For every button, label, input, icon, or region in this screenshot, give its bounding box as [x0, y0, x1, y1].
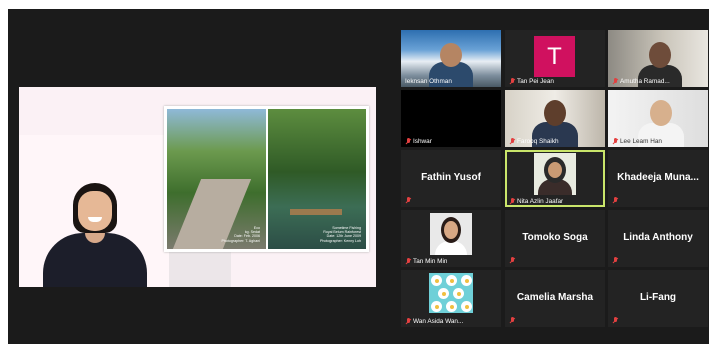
participant-name: Camelia Marsha [516, 292, 594, 303]
mic-muted-icon [509, 138, 515, 145]
participant-name-label: Wan Asida Wan... [405, 318, 463, 325]
participant-video [534, 153, 576, 195]
flower-icon [446, 275, 457, 286]
participant-name: Lee Leam Han [620, 138, 662, 145]
participant-name: Ishwar [413, 138, 432, 145]
participant-name-label: Farooq Shaikh [509, 138, 559, 145]
slide-photo-river-raft: Sometime Fishing Royal Belum Rainforest … [268, 109, 366, 249]
mic-muted-icon [405, 258, 411, 265]
participant-name-label: Tan Pei Jean [509, 78, 554, 85]
participant-name-label: Ishwar [405, 138, 432, 145]
participant-tile-camelia-marsha[interactable]: Camelia Marsha [505, 270, 605, 327]
participant-video [430, 213, 472, 255]
participant-tile-linda-anthony[interactable]: Linda Anthony [608, 210, 708, 267]
flower-icon [431, 301, 442, 312]
participant-name: Fathin Yusof [421, 172, 481, 183]
mic-muted-icon [405, 318, 411, 325]
slide-photo-forest-road: Eco kg. Sedat Date: Feb. 2006 Photograph… [167, 109, 266, 249]
participant-name: Tan Pei Jean [517, 78, 554, 85]
flower-icon [461, 301, 472, 312]
participant-head [440, 43, 462, 67]
mic-muted-icon [612, 197, 618, 204]
participant-name: Nita Azlin Jaafar [517, 198, 564, 205]
participant-tile-khadeeja-muna[interactable]: Khadeeja Muna... [608, 150, 708, 207]
participant-name: Ieknsan Othman [405, 78, 452, 85]
participant-tile-lee-leam-han[interactable]: Lee Leam Han [608, 90, 708, 147]
caption-line: Photographer: T. Aghani [221, 238, 261, 243]
participant-name: Li-Fang [639, 292, 677, 303]
participant-name-label: Amutha Ramad... [612, 78, 670, 85]
mic-muted-icon [405, 138, 411, 145]
mic-muted-icon [405, 197, 411, 204]
participant-name-label: Nita Azlin Jaafar [509, 198, 563, 205]
slide-caption-right: Sometime Fishing Royal Belum Rainforest … [305, 226, 361, 243]
participant-tile-wan-asida[interactable]: Wan Asida Wan... [401, 270, 501, 327]
participant-tile-farooq-shaikh[interactable]: Farooq Shaikh [505, 90, 605, 147]
meeting-stage: Eco kg. Sedat Date: Feb. 2006 Photograph… [8, 9, 709, 344]
flower-icon [461, 275, 472, 286]
participant-tile-ieknsan-othman[interactable]: Ieknsan Othman [401, 30, 501, 87]
participant-head [650, 100, 672, 126]
participant-name-label: Ieknsan Othman [405, 78, 452, 85]
participant-tile-fathin-yusof[interactable]: Fathin Yusof [401, 150, 501, 207]
participant-tile-ishwar[interactable]: Ishwar [401, 90, 501, 147]
participant-tile-tan-min-min[interactable]: Tan Min Min [401, 210, 501, 267]
participant-name: Farooq Shaikh [517, 138, 559, 145]
flower-icon [431, 275, 442, 286]
mic-muted-icon [509, 78, 515, 85]
participant-body [435, 241, 467, 255]
participant-name: Amutha Ramad... [620, 78, 670, 85]
shared-screen[interactable]: Eco kg. Sedat Date: Feb. 2006 Photograph… [19, 87, 376, 287]
presenter-face [78, 191, 112, 231]
participant-tile-li-fang[interactable]: Li-Fang [608, 270, 708, 327]
mic-muted-icon [509, 317, 515, 324]
participant-head [544, 100, 566, 126]
flower-icon [446, 301, 457, 312]
participant-name-label: Lee Leam Han [612, 138, 662, 145]
mic-muted-icon [612, 78, 618, 85]
participant-tile-tomoko-soga[interactable]: Tomoko Soga [505, 210, 605, 267]
participant-name: Wan Asida Wan... [413, 318, 464, 325]
mic-muted-icon [509, 198, 515, 205]
participant-name: Tan Min Min [413, 258, 448, 265]
flower-icon [453, 288, 464, 299]
avatar: T [534, 36, 575, 77]
presenter-video [41, 183, 151, 287]
slide-caption-left: Eco kg. Sedat Date: Feb. 2006 Photograph… [200, 226, 261, 243]
mic-muted-icon [509, 257, 515, 264]
participant-face [548, 162, 562, 178]
raft-shape [290, 209, 342, 215]
participant-name-label: Tan Min Min [405, 258, 447, 265]
flower-icon [438, 288, 449, 299]
presentation-slide: Eco kg. Sedat Date: Feb. 2006 Photograph… [164, 106, 369, 252]
participant-profile-picture [429, 273, 473, 313]
participant-name: Linda Anthony [623, 232, 693, 243]
participant-name: Khadeeja Muna... [617, 172, 699, 183]
caption-line: Photographer: Kenny Loh [320, 238, 361, 243]
participant-name: Tomoko Soga [522, 232, 588, 243]
mic-muted-icon [612, 138, 618, 145]
participant-tile-nita-azlin-jaafar[interactable]: Nita Azlin Jaafar [505, 150, 605, 207]
participant-tile-tan-pei-jean[interactable]: T Tan Pei Jean [505, 30, 605, 87]
mic-muted-icon [612, 317, 618, 324]
participant-head [649, 42, 671, 68]
participant-face [444, 221, 458, 239]
participant-tile-amutha-ramad[interactable]: Amutha Ramad... [608, 30, 708, 87]
mic-muted-icon [612, 257, 618, 264]
